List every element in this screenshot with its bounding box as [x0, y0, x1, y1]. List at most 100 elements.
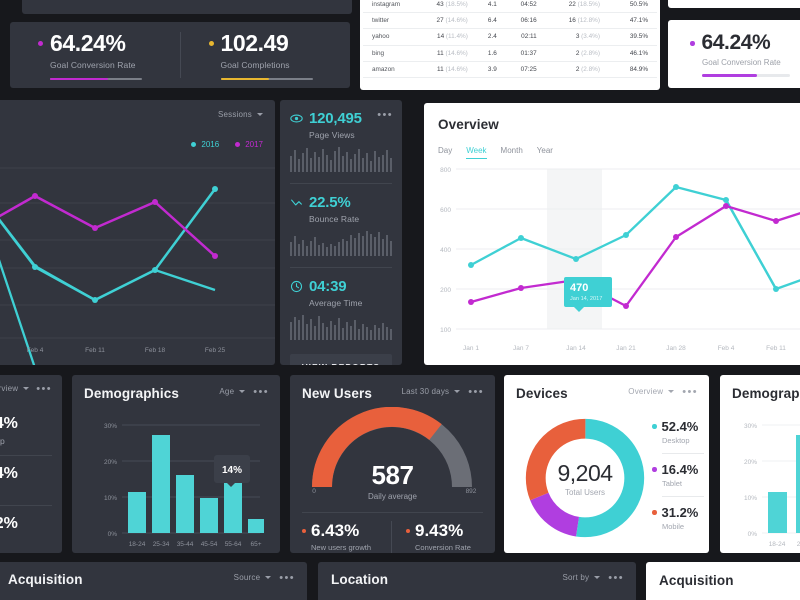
more-options-icon[interactable]: ••• — [682, 386, 698, 397]
svg-text:100: 100 — [440, 327, 451, 334]
goal-metric-value: 64.24% — [701, 31, 771, 55]
chevron-down-icon — [594, 576, 601, 579]
cell-pages: 2.4 — [467, 28, 497, 46]
metric-bullet-icon — [38, 40, 43, 46]
location-dropdown-label: Sort by — [562, 573, 590, 582]
sparkline-average-time — [290, 315, 392, 340]
tab-year[interactable]: Year — [537, 146, 553, 159]
partial-card-top-left — [22, 0, 352, 14]
new-users-footer-1: 9.43% Conversion Rate — [392, 521, 495, 553]
table-row[interactable]: bing 11 (14.6%) 1.6 01:37 2 (2.8%) 46.1% — [363, 45, 657, 62]
sparkline-bounce-rate — [290, 231, 392, 256]
kpi-value: 120,495 — [309, 110, 362, 127]
table-row[interactable]: yahoo 14 (11.4%) 2.4 02:11 3 (3.4%) 39.5% — [363, 28, 657, 46]
svg-text:Jan 28: Jan 28 — [666, 345, 686, 352]
cell-pages: 1.6 — [467, 45, 497, 62]
tab-week[interactable]: Week — [466, 146, 487, 159]
cell-bounce: 84.9% — [600, 61, 657, 79]
svg-text:200: 200 — [440, 287, 451, 294]
sessions-chart-card: Sessions 2016 2017 Feb 4 Feb 11 Feb 18 F… — [0, 100, 275, 365]
kpi-label: Page Views — [309, 130, 355, 140]
more-options-icon[interactable]: ••• — [253, 386, 269, 397]
device-item-mobile: 31.2% Mobile — [0, 515, 52, 546]
svg-text:10%: 10% — [104, 495, 117, 502]
goal-metric-progress-fill — [702, 74, 758, 77]
new-users-dropdown[interactable]: Last 30 days — [401, 387, 461, 396]
kpi-value: 04:39 — [309, 278, 347, 295]
gauge-label: Daily average — [368, 492, 417, 501]
table-row[interactable]: amazon 11 (14.6%) 3.9 07:25 2 (2.8%) 84.9% — [363, 61, 657, 79]
new-users-card: New Users Last 30 days ••• 0 892 587 Dai… — [290, 375, 495, 553]
more-options-icon[interactable]: ••• — [468, 386, 484, 397]
chevron-down-icon — [265, 576, 272, 579]
cell-source: amazon — [363, 61, 420, 79]
svg-text:30%: 30% — [104, 423, 117, 430]
cell-duration: 01:37 — [496, 45, 537, 62]
more-options-icon[interactable]: ••• — [279, 572, 295, 583]
acquisition-dropdown[interactable]: Source — [234, 573, 272, 582]
cell-duration: 06:16 — [496, 12, 537, 30]
svg-text:Jan 1: Jan 1 — [463, 345, 479, 352]
cell-source: twitter — [363, 12, 420, 30]
svg-text:45-54: 45-54 — [201, 541, 218, 548]
svg-text:600: 600 — [440, 207, 451, 214]
new-users-dropdown-label: Last 30 days — [401, 387, 450, 396]
devices-light-dropdown[interactable]: Overview — [628, 387, 675, 396]
goal-metric-progress-track — [220, 77, 313, 81]
svg-text:Feb 25: Feb 25 — [205, 347, 226, 354]
clock-icon — [290, 280, 303, 293]
device-divider — [0, 505, 52, 506]
svg-text:0%: 0% — [748, 531, 758, 538]
more-options-icon[interactable]: ••• — [36, 383, 52, 394]
tooltip-arrow — [574, 307, 584, 312]
tooltip-arrow — [227, 483, 235, 487]
location-card: Location Sort by ••• — [318, 562, 636, 600]
table-row[interactable]: twitter 27 (14.6%) 6.4 06:16 16 (12.8%) 47.1% — [363, 12, 657, 30]
more-options-icon[interactable]: ••• — [377, 110, 393, 121]
tab-month[interactable]: Month — [501, 146, 523, 159]
chevron-down-icon — [454, 390, 461, 393]
view-reports-button[interactable]: VIEW REPORTS — [290, 354, 392, 365]
legend-divider — [662, 496, 704, 497]
device-label: Mobile — [0, 536, 52, 546]
metric-bullet-icon — [208, 40, 214, 46]
svg-text:20%: 20% — [744, 459, 757, 466]
demographics-tooltip: 14% — [214, 455, 251, 487]
donut-legend-tablet: 16.4% Tablet — [652, 462, 704, 488]
acquisition-card-dark: Acquisition Source ••• — [0, 562, 307, 600]
overview-y-axis-labels: 800 600 400 200 100 — [440, 167, 451, 334]
svg-text:30%: 30% — [744, 423, 757, 430]
goal-metric-label: Goal Conversion Rate — [50, 59, 136, 70]
kpi-label: Average Time — [309, 298, 363, 308]
devices-card-light: Devices Overview ••• 9,204 Total Users 5… — [504, 375, 709, 553]
legend-dot-icon — [652, 424, 657, 429]
metric-bullet-icon — [690, 41, 695, 46]
cell-source: bing — [363, 45, 420, 62]
acquisition-dropdown-label: Source — [233, 573, 261, 582]
cell-sessions: 11 (14.6%) — [419, 45, 468, 62]
demographics-dark-dropdown[interactable]: Age — [219, 387, 246, 396]
devices-dark-dropdown[interactable]: Overview — [0, 384, 30, 393]
device-divider — [0, 455, 52, 456]
cell-sessions: 11 (14.6%) — [419, 61, 468, 79]
legend-value: 52.4% — [661, 419, 699, 434]
location-title: Location — [331, 572, 389, 587]
tab-day[interactable]: Day — [438, 146, 452, 159]
svg-text:0%: 0% — [108, 531, 118, 538]
sources-table: facebook68 (21.1%)5.303:0133 (21.1%)42.1… — [363, 0, 657, 79]
demographics-card-dark: Demographics Age ••• 30% 20% 10% 0% 18-2… — [72, 375, 280, 553]
sparkline-page-views — [290, 147, 392, 172]
location-dropdown[interactable]: Sort by — [562, 573, 601, 582]
svg-text:25-34: 25-34 — [153, 541, 170, 548]
demographics-light-bar-chart: 30% 20% 10% 0% 18-24 25-34 — [744, 423, 800, 547]
cell-sessions: 14 (11.4%) — [419, 28, 468, 46]
goal-metric-label: Goal Conversion Rate — [702, 58, 781, 68]
donut-legend-mobile: 31.2% Mobile — [652, 505, 704, 531]
kpi-label: Bounce Rate — [309, 214, 360, 224]
device-item-desktop: 52.4% Desktop — [0, 415, 52, 446]
donut-center: 9,204 Total Users — [520, 460, 650, 497]
footer-value: 6.43% — [311, 521, 360, 540]
table-row[interactable]: instagram 43 (18.5%) 4.1 04:52 22 (18.5%) 50.… — [363, 0, 657, 13]
goal-metrics-card-dark: 64.24% Goal Conversion Rate 102.49 Goal … — [10, 22, 350, 88]
more-options-icon[interactable]: ••• — [608, 572, 624, 583]
